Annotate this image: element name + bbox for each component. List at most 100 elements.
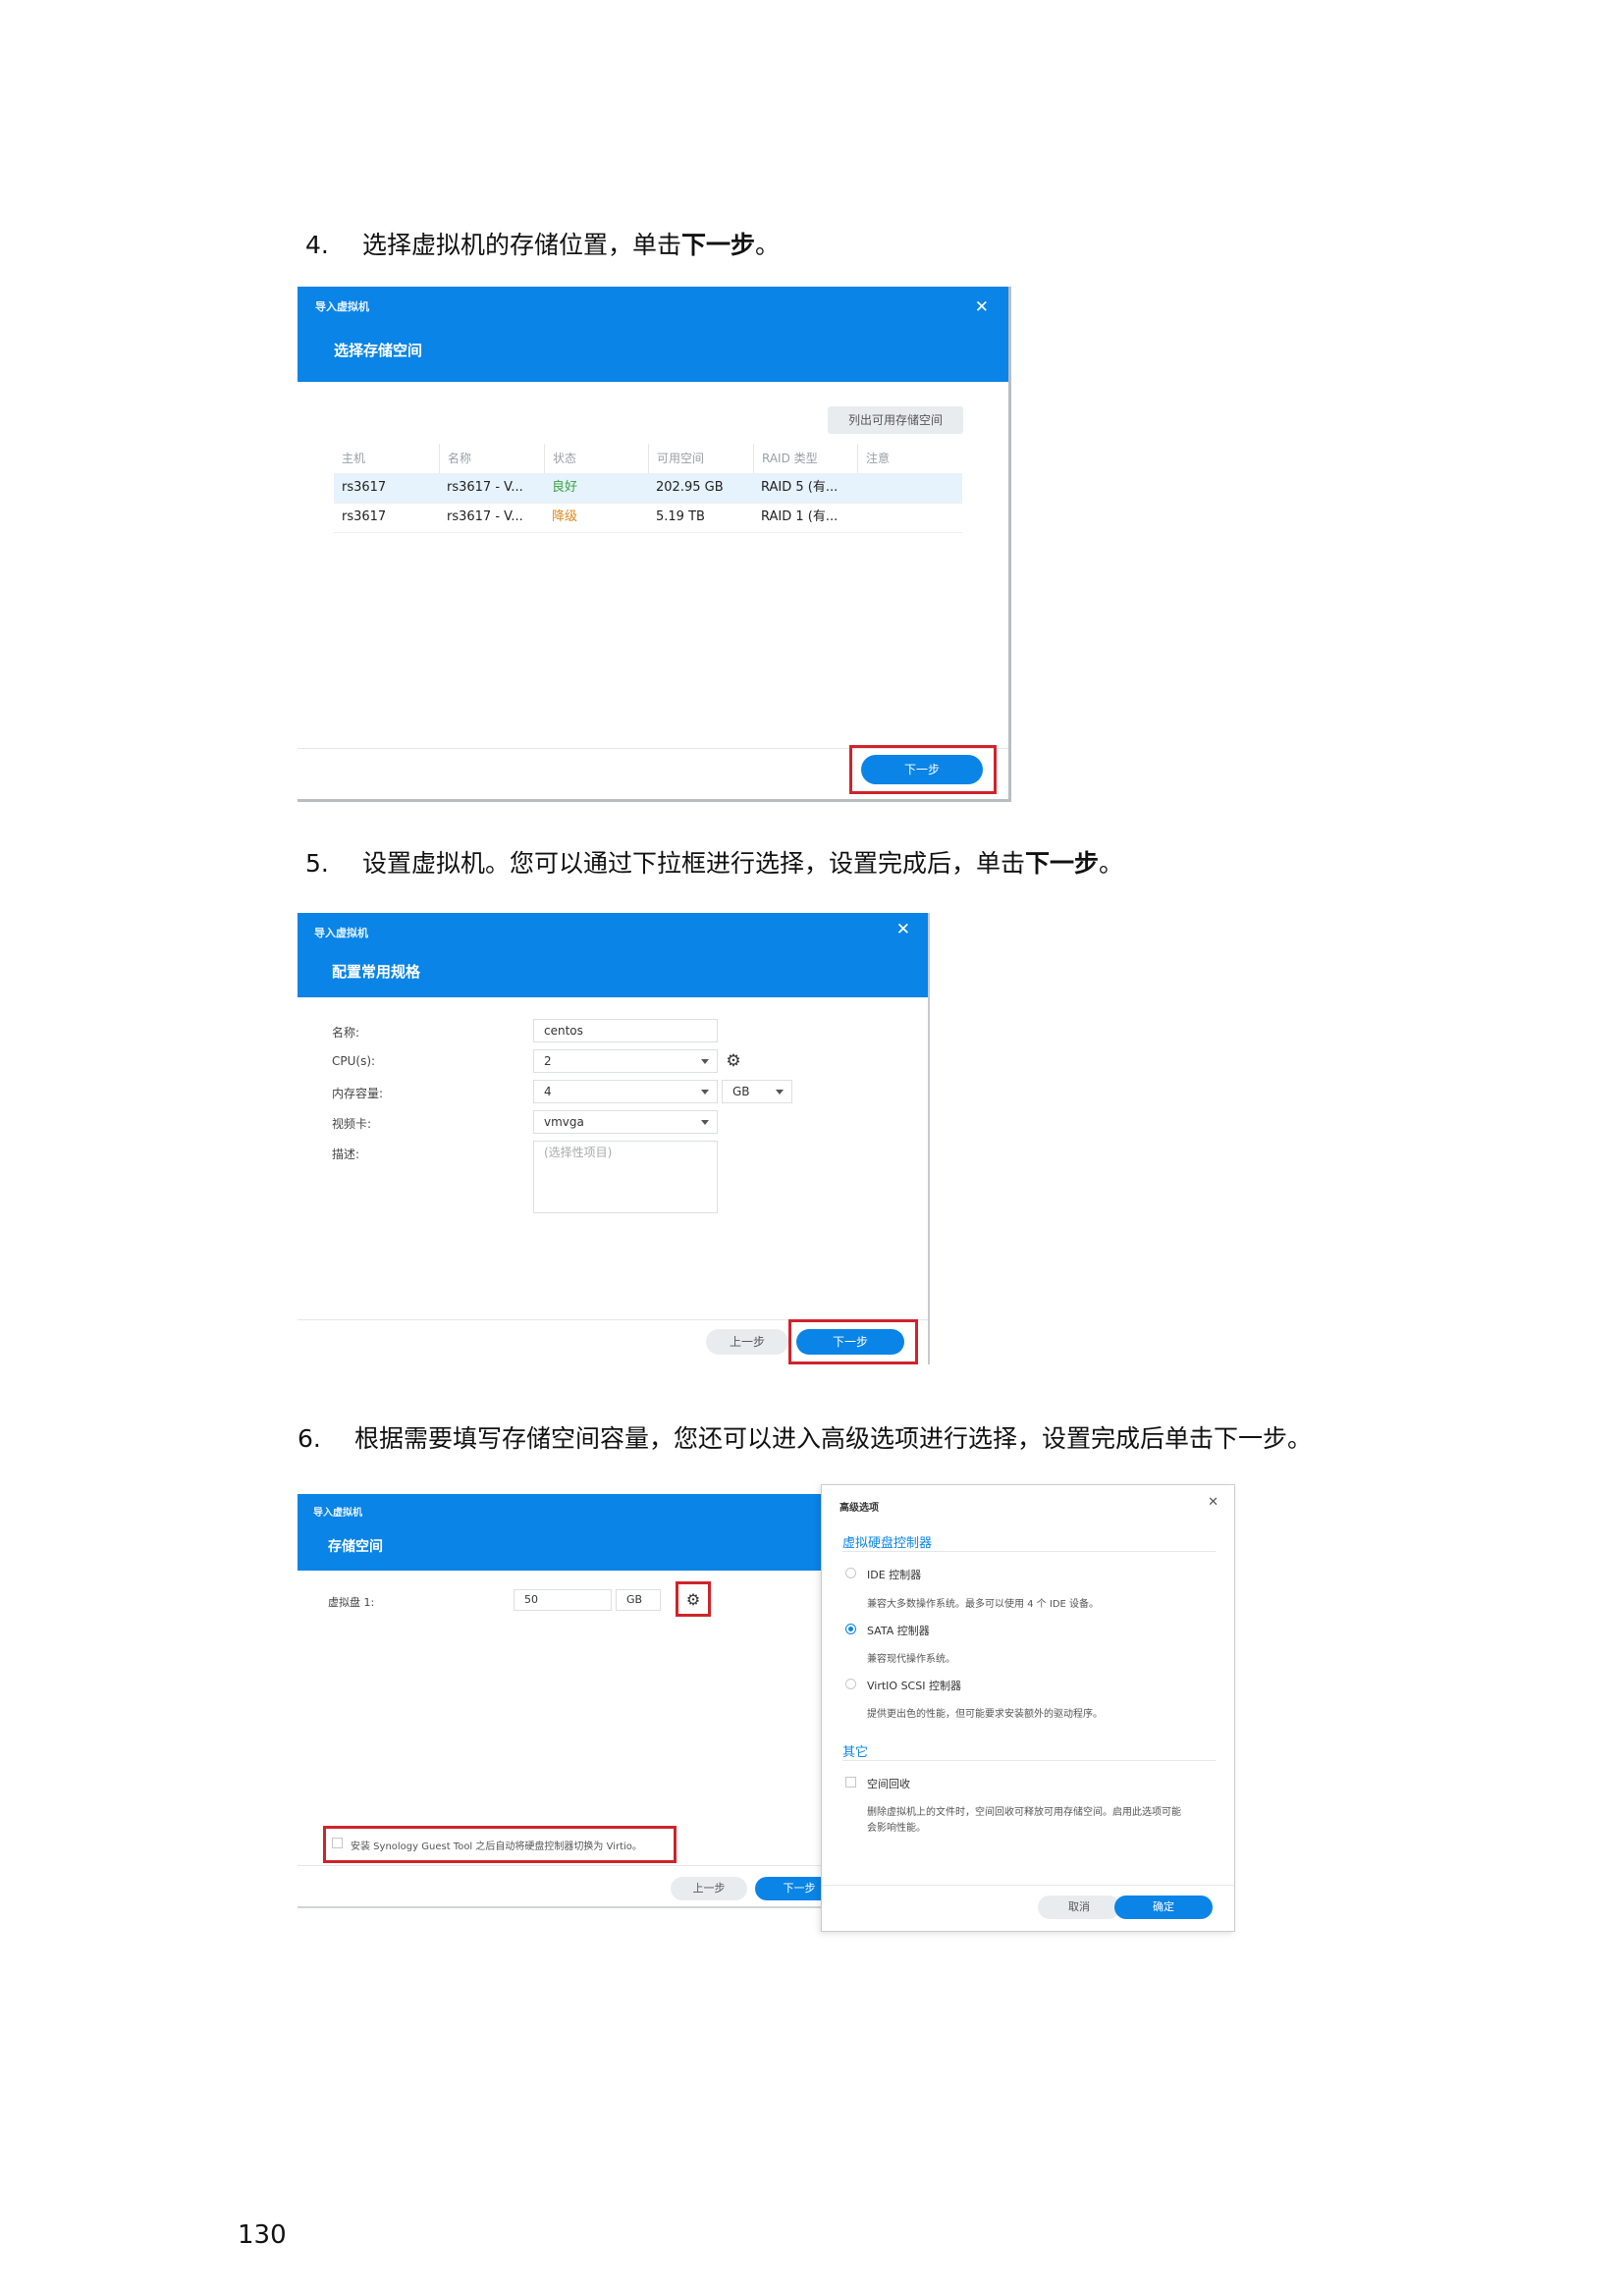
virtio-label: VirtIO SCSI 控制器 [867,1680,961,1692]
space-reclaim-checkbox[interactable] [845,1777,856,1788]
disk-size-input[interactable]: 50 [514,1589,612,1611]
cell-name: rs3617 - V... [447,480,523,495]
cpu-select[interactable]: 2 [533,1049,718,1073]
dialog-title: 存储空间 [328,1539,383,1555]
disk-unit-select[interactable]: GB [616,1589,661,1611]
footer-divider [822,1885,1234,1886]
memory-unit: GB [732,1085,750,1098]
dialog-header: 导入虚拟机 配置常用规格 ✕ [298,913,928,997]
dialog-title: 配置常用规格 [332,963,421,981]
name-label: 名称: [332,1026,360,1040]
sata-radio[interactable] [845,1624,856,1634]
table-header: 主机 名称 状态 可用空间 RAID 类型 注意 [334,444,962,473]
cell-name: rs3617 - V... [447,509,523,524]
step-6-instruction: 6. 根据需要填写存储空间容量，您还可以进入高级选项进行选择，设置完成后单击下一步… [298,1419,1312,1455]
step-bold: 下一步 [1025,849,1100,878]
dialog-title: 选择存储空间 [334,342,423,359]
section-divider [842,1551,1216,1552]
controller-section-title: 虚拟硬盘控制器 [842,1536,933,1551]
memory-unit-select[interactable]: GB [722,1080,792,1103]
step-text: 设置虚拟机。您可以通过下拉框进行选择，设置完成后，单击 [362,849,1026,878]
app-title: 导入虚拟机 [314,927,368,939]
list-storage-button[interactable]: 列出可用存储空间 [828,406,963,434]
ok-button[interactable]: 确定 [1114,1896,1213,1919]
chevron-down-icon [776,1090,784,1095]
other-section-title: 其它 [842,1745,869,1760]
space-reclaim-label: 空间回收 [867,1778,910,1790]
column-header: 主机 [342,452,366,465]
cell-host: rs3617 [342,480,387,495]
highlight-box [676,1581,711,1617]
step-4-instruction: 4. 选择虚拟机的存储位置，单击下一步。 [305,226,780,261]
select-storage-dialog: 导入虚拟机 选择存储空间 ✕ 列出可用存储空间 主机 名称 状态 可用空间 RA… [298,287,1011,802]
cell-raid: RAID 1 (有... [761,509,839,524]
app-title: 导入虚拟机 [315,300,369,313]
chevron-down-icon [701,1120,709,1125]
video-card-label: 视频卡: [332,1117,372,1131]
cpu-value: 2 [544,1054,552,1068]
cell-status: 降级 [552,509,578,524]
cell-status: 良好 [552,480,578,495]
step-bold: 下一步 [681,231,756,259]
section-divider [842,1760,1216,1761]
advanced-options-dialog: 高级选项 ✕ 虚拟硬盘控制器 IDE 控制器 兼容大多数操作系统。最多可以使用 … [821,1484,1235,1932]
cell-free-space: 5.19 TB [656,509,705,524]
prev-button[interactable]: 上一步 [671,1877,747,1900]
column-header: 可用空间 [648,444,753,473]
cell-note [857,503,962,532]
description-input[interactable]: (选择性项目) [533,1141,718,1213]
footer-divider [298,1865,828,1866]
memory-select[interactable]: 4 [533,1080,718,1103]
next-button[interactable]: 下一步 [755,1877,828,1900]
app-title: 导入虚拟机 [313,1508,362,1519]
storage-table: 主机 名称 状态 可用空间 RAID 类型 注意 rs3617 rs3617 -… [334,444,962,552]
table-row[interactable]: rs3617 rs3617 - V... 良好 202.95 GB RAID 5… [334,473,962,504]
space-reclaim-desc-2: 会影响性能。 [867,1823,926,1834]
highlight-box [323,1826,677,1863]
highlight-box [849,745,997,794]
space-reclaim-desc: 删除虚拟机上的文件时，空间回收可释放可用存储空间。启用此选项可能 [867,1807,1181,1818]
cancel-button[interactable]: 取消 [1038,1896,1120,1919]
column-header: 状态 [544,444,648,473]
step-text: 根据需要填写存储空间容量，您还可以进入高级选项进行选择，设置完成后单击下一步。 [354,1424,1313,1453]
virtual-disk-label: 虚拟盘 1: [328,1596,375,1609]
step-text-end: 。 [755,231,781,259]
column-header: 名称 [439,444,544,473]
dialog-header: 导入虚拟机 选择存储空间 ✕ [298,287,1008,382]
ide-radio[interactable] [845,1568,856,1578]
step-number: 5. [305,849,329,878]
step-text: 选择虚拟机的存储位置，单击 [362,231,682,259]
configure-specs-dialog: 导入虚拟机 配置常用规格 ✕ 名称: centos CPU(s): 2 ⚙ 内存… [298,913,930,1364]
page-number: 130 [238,2220,287,2250]
video-card-select[interactable]: vmvga [533,1110,718,1134]
table-row[interactable]: rs3617 rs3617 - V... 降级 5.19 TB RAID 1 (… [334,503,962,533]
chevron-down-icon [701,1059,709,1064]
sata-desc: 兼容现代操作系统。 [867,1654,955,1665]
sata-label: SATA 控制器 [867,1625,930,1637]
storage-space-dialog: 导入虚拟机 存储空间 虚拟盘 1: 50 GB ⚙ 安装 Synology Gu… [298,1494,828,1908]
step-number: 4. [305,231,329,259]
virtio-radio[interactable] [845,1679,856,1689]
name-input[interactable]: centos [533,1019,718,1042]
close-icon[interactable]: ✕ [1208,1495,1218,1510]
dialog-header: 导入虚拟机 存储空间 [298,1494,828,1571]
memory-label: 内存容量: [332,1087,384,1100]
step-text-end: 。 [1099,849,1124,878]
chevron-down-icon [701,1090,709,1095]
cell-note [857,473,962,503]
cell-host: rs3617 [342,509,387,524]
description-label: 描述: [332,1148,360,1161]
cpu-label: CPU(s): [332,1054,376,1068]
advanced-title: 高级选项 [839,1503,879,1514]
ide-desc: 兼容大多数操作系统。最多可以使用 4 个 IDE 设备。 [867,1599,1100,1610]
cell-raid: RAID 5 (有... [761,480,839,495]
prev-button[interactable]: 上一步 [706,1329,788,1355]
column-header: 注意 [857,444,962,473]
close-icon[interactable]: ✕ [896,922,910,938]
step-5-instruction: 5. 设置虚拟机。您可以通过下拉框进行选择，设置完成后，单击下一步。 [305,844,1123,880]
ide-label: IDE 控制器 [867,1569,922,1581]
gear-icon[interactable]: ⚙ [723,1050,744,1072]
video-card-value: vmvga [544,1115,584,1129]
highlight-box [788,1319,918,1364]
close-icon[interactable]: ✕ [975,299,989,316]
